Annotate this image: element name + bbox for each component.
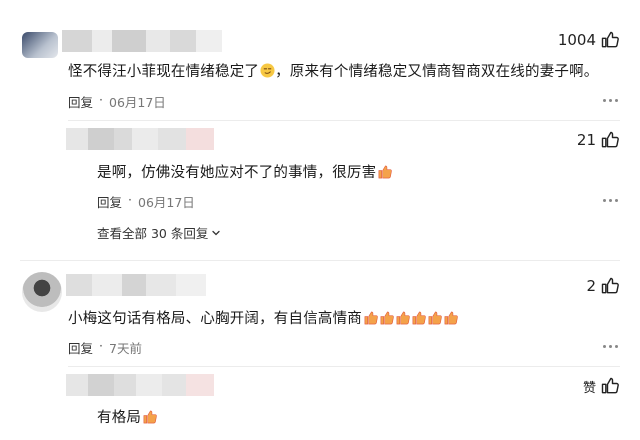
divider bbox=[68, 366, 620, 367]
reply-text: 是啊，仿佛没有她应对不了的事情，很厉害 bbox=[97, 161, 393, 182]
comment-text: 怪不得汪小菲现在情绪稳定了 ，原来有个情绪稳定又情商智商双在线的妻子啊。 bbox=[68, 63, 599, 80]
reply-text: 有格局 bbox=[97, 406, 157, 427]
thumbs-up-icon bbox=[601, 377, 619, 394]
more-dots-icon[interactable] bbox=[603, 345, 618, 348]
reply-button[interactable]: 回复 bbox=[68, 92, 93, 111]
like-count: 1004 bbox=[557, 31, 596, 49]
avatar[interactable] bbox=[22, 272, 62, 312]
username-blurred[interactable] bbox=[66, 128, 214, 150]
reply-button[interactable]: 回复 bbox=[68, 338, 93, 357]
comment-text: 小梅这句话有格局、心胸开阔，有自信高情商 bbox=[68, 307, 458, 328]
comment-meta: 回复 · 06月17日 bbox=[68, 92, 166, 111]
reply-button[interactable]: 回复 bbox=[97, 192, 122, 211]
reply-meta: 回复 · 06月17日 bbox=[97, 192, 195, 211]
comment-item: 2 小梅这句话有格局、心胸开阔，有自信高情商 回复 · 7天前 bbox=[0, 258, 640, 368]
like-count: 21 bbox=[576, 131, 596, 149]
more-dots-icon[interactable] bbox=[603, 199, 618, 202]
comment-date: 06月17日 bbox=[109, 95, 166, 110]
reply-item: 21 是啊，仿佛没有她应对不了的事情，很厉害 回复 · 06月17日 查看全部 … bbox=[0, 120, 640, 250]
like-button[interactable]: 赞 bbox=[583, 376, 620, 396]
avatar[interactable] bbox=[22, 32, 58, 58]
reply-item: 赞 有格局 bbox=[0, 366, 640, 440]
thumbs-up-emoji bbox=[143, 410, 157, 424]
view-all-replies-button[interactable]: 查看全部 30 条回复 bbox=[97, 223, 221, 242]
like-button[interactable]: 1004 bbox=[558, 30, 620, 50]
divider bbox=[68, 120, 620, 121]
like-button[interactable]: 21 bbox=[577, 130, 620, 150]
thumbs-up-emoji bbox=[444, 311, 458, 325]
comment-date: 7天前 bbox=[109, 341, 142, 356]
chevron-down-icon bbox=[212, 230, 221, 235]
thumbs-up-icon bbox=[601, 131, 619, 148]
thumbs-up-emoji bbox=[396, 311, 410, 325]
like-count: 2 bbox=[586, 277, 596, 295]
thumbs-up-icon bbox=[601, 277, 619, 294]
username-blurred[interactable] bbox=[66, 274, 206, 296]
smirk-emoji bbox=[260, 63, 275, 78]
divider bbox=[20, 260, 620, 261]
username-blurred[interactable] bbox=[66, 374, 214, 396]
reply-date: 06月17日 bbox=[138, 195, 195, 210]
comment-meta: 回复 · 7天前 bbox=[68, 338, 142, 357]
thumbs-up-emoji bbox=[412, 311, 426, 325]
username-blurred[interactable] bbox=[62, 30, 222, 52]
more-dots-icon[interactable] bbox=[603, 99, 618, 102]
thumbs-up-emoji bbox=[364, 311, 378, 325]
comment-item: 1004 怪不得汪小菲现在情绪稳定了 ，原来有个情绪稳定又情商智商双在线的妻子啊。… bbox=[0, 0, 640, 120]
like-label: 赞 bbox=[582, 380, 596, 396]
like-button[interactable]: 2 bbox=[586, 276, 620, 296]
thumbs-up-icon bbox=[601, 31, 619, 48]
thumbs-up-emoji bbox=[378, 165, 393, 179]
thumbs-up-emoji bbox=[428, 311, 442, 325]
thumbs-up-emoji bbox=[380, 311, 394, 325]
